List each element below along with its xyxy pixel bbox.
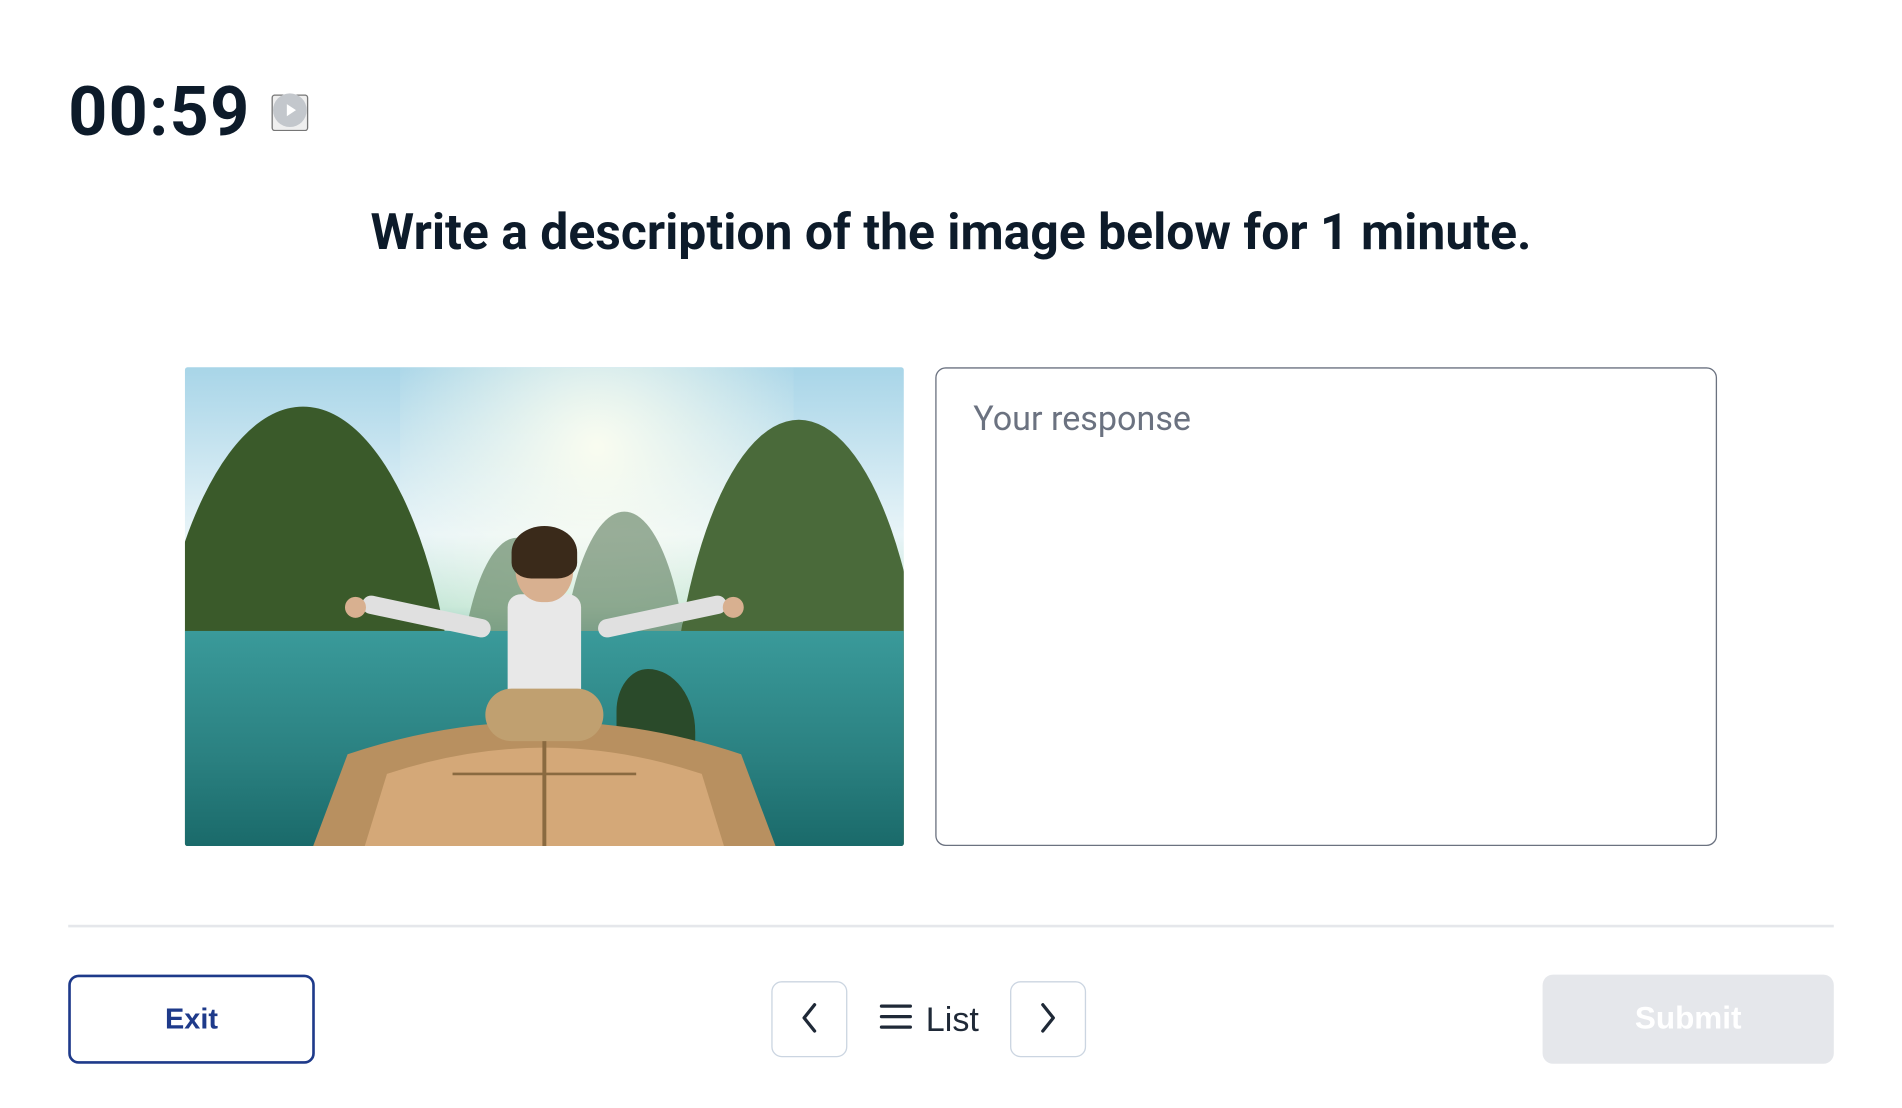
menu-icon — [879, 999, 913, 1040]
prompt-heading: Write a description of the image below f… — [0, 205, 1902, 263]
next-button[interactable] — [1010, 981, 1086, 1057]
nav-group: List — [771, 981, 1086, 1057]
exit-button[interactable]: Exit — [68, 975, 315, 1064]
play-button[interactable] — [272, 94, 309, 131]
submit-button[interactable]: Submit — [1543, 975, 1834, 1064]
response-input[interactable] — [935, 367, 1717, 846]
play-circle-icon — [272, 92, 309, 133]
list-button[interactable]: List — [871, 999, 987, 1040]
chevron-left-icon — [797, 999, 821, 1040]
prev-button[interactable] — [771, 981, 847, 1057]
countdown-timer: 00:59 — [68, 72, 250, 152]
list-button-label: List — [926, 999, 979, 1040]
prompt-image — [185, 367, 904, 846]
chevron-right-icon — [1037, 999, 1061, 1040]
